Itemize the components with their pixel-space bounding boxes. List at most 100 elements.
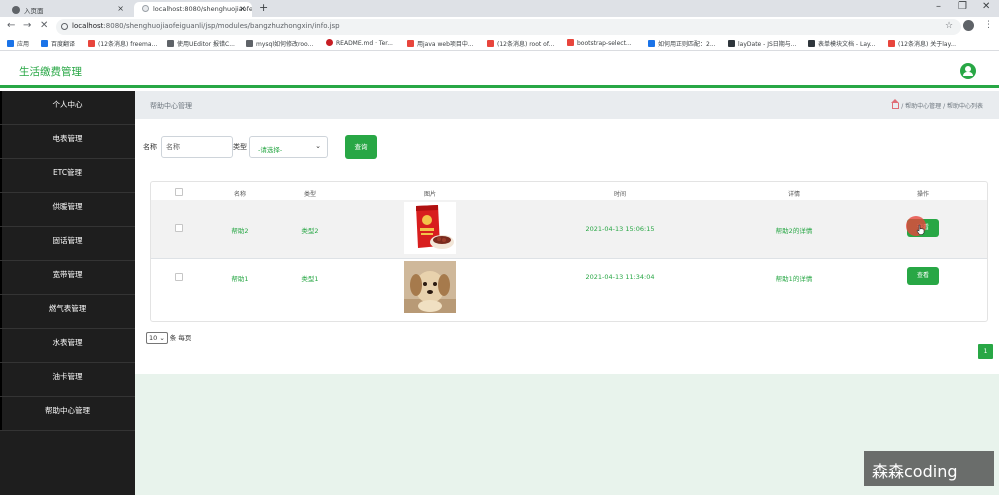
url-path: :8080/shenghuojiaofeiguanli/jsp/modules/… <box>103 22 340 30</box>
bookmark-item[interactable]: 表单模块文档 - Lay... <box>808 39 875 48</box>
sidebar-item-broadband[interactable]: 宽带管理 <box>0 261 135 295</box>
column-header-image: 图片 <box>423 191 437 198</box>
sidebar-item-help-center[interactable]: 帮助中心管理 <box>0 397 135 431</box>
row-detail: 帮助2的详情 <box>775 227 813 235</box>
sidebar-item-gas-meter[interactable]: 燃气表管理 <box>0 295 135 329</box>
url-host: localhost <box>72 22 104 30</box>
bookmark-icon <box>567 39 574 46</box>
name-label: 名称 <box>143 143 157 151</box>
sidebar-item-electricity-meter[interactable]: 电表管理 <box>0 125 135 159</box>
column-header-action: 操作 <box>916 191 930 198</box>
paw-icon <box>648 40 655 47</box>
sidebar: 个人中心 电表管理 ETC管理 供暖管理 固话管理 宽带管理 燃气表管理 水表管… <box>0 91 135 495</box>
csdn-icon <box>407 40 414 47</box>
close-icon[interactable]: × <box>117 4 124 13</box>
bookmark-item[interactable]: bootstrap-select... <box>567 39 632 47</box>
forward-icon[interactable]: → <box>23 20 31 31</box>
watermark: 森森coding <box>864 451 994 486</box>
bookmark-item[interactable]: 使用UEditor 报错C... <box>167 39 235 48</box>
sidebar-item-etc[interactable]: ETC管理 <box>0 159 135 193</box>
page-title: 帮助中心管理 <box>150 102 192 110</box>
table-header: 名称 类型 图片 时间 详情 操作 <box>151 182 987 200</box>
hand-cursor-icon <box>916 224 925 235</box>
column-header-type: 类型 <box>303 191 317 198</box>
row-name: 帮助2 <box>231 227 249 235</box>
query-button[interactable]: 查询 <box>345 135 377 159</box>
browser-tab-bar: 入页面 × localhost:8080/shenghuojiaofe × + … <box>0 0 999 17</box>
main-content: 帮助中心管理 / 帮助中心管理 / 帮助中心列表 名称 类型 -请选择- ⌄ 查… <box>135 91 999 495</box>
row-type: 类型1 <box>301 275 319 283</box>
bookmark-item[interactable]: layDate - JS日期与... <box>728 39 797 48</box>
address-bar: ← → ✕ localhost:8080/shenghuojiaofeiguan… <box>0 17 999 37</box>
breadcrumb-bar: 帮助中心管理 / 帮助中心管理 / 帮助中心列表 <box>135 91 999 119</box>
row-checkbox[interactable] <box>175 273 183 281</box>
sidebar-item-fuel-card[interactable]: 油卡管理 <box>0 363 135 397</box>
chevron-down-icon: ⌄ <box>315 142 321 150</box>
window-close-icon[interactable]: ✕ <box>982 1 990 12</box>
breadcrumb: / 帮助中心管理 / 帮助中心列表 <box>891 99 983 110</box>
bookmark-item[interactable]: mysql如何修改roo... <box>246 39 313 48</box>
column-header-detail: 详情 <box>787 191 801 198</box>
table-row: 帮助2 类型2 2021-04-13 15:06:15 帮助2的详情 查看 <box>151 200 987 258</box>
menu-icon[interactable]: ⋮ <box>984 20 993 30</box>
link-icon <box>167 40 174 47</box>
sidebar-item-landline[interactable]: 固话管理 <box>0 227 135 261</box>
back-icon[interactable]: ← <box>7 20 15 31</box>
csdn-icon <box>88 40 95 47</box>
maximize-icon[interactable]: ❐ <box>958 1 967 12</box>
bookmark-item[interactable]: 用java web项目中... <box>407 39 474 48</box>
column-header-name: 名称 <box>233 191 247 198</box>
view-button[interactable]: 查看 <box>907 267 939 285</box>
puppy-photo-image <box>404 261 456 313</box>
name-search-input[interactable] <box>161 136 233 158</box>
layui-icon <box>728 40 735 47</box>
sidebar-item-heating[interactable]: 供暖管理 <box>0 193 135 227</box>
csdn-icon <box>888 40 895 47</box>
bookmark-item[interactable]: 如何用正则匹配：2... <box>648 39 716 48</box>
row-detail: 帮助1的详情 <box>775 275 813 283</box>
breadcrumb-path: / 帮助中心管理 / 帮助中心列表 <box>901 103 983 110</box>
row-type: 类型2 <box>301 227 319 235</box>
browser-tab-2[interactable]: localhost:8080/shenghuojiaofe × <box>134 2 252 17</box>
home-icon[interactable] <box>891 99 900 109</box>
stop-icon[interactable]: ✕ <box>40 20 48 31</box>
row-time: 2021-04-13 11:34:04 <box>585 273 655 281</box>
row-checkbox[interactable] <box>175 224 183 232</box>
gitee-icon <box>326 39 333 46</box>
star-icon[interactable]: ☆ <box>945 21 953 31</box>
type-label: 类型 <box>233 143 247 151</box>
sidebar-item-water-meter[interactable]: 水表管理 <box>0 329 135 363</box>
bookmark-item[interactable]: (12条消息) root of... <box>487 39 554 48</box>
minimize-icon[interactable]: – <box>936 1 941 12</box>
globe-icon <box>12 6 20 14</box>
bookmark-item[interactable]: README.md · Ter... <box>326 39 393 47</box>
select-all-checkbox[interactable] <box>175 188 183 196</box>
layui-icon <box>808 40 815 47</box>
tab-label: localhost:8080/shenghuojiaofe <box>153 5 252 13</box>
bookmark-item[interactable]: (12条消息) freema... <box>88 39 157 48</box>
info-icon <box>61 23 68 30</box>
new-tab-icon[interactable]: + <box>259 1 268 14</box>
sidebar-item-personal-center[interactable]: 个人中心 <box>0 91 135 125</box>
apps-icon <box>7 40 14 47</box>
user-icon[interactable] <box>960 63 976 79</box>
page-size-control: 10 ⌄ 条 每页 <box>146 332 191 344</box>
table-row: 帮助1 类型1 2021-04-13 11:34:04 帮助1的详情 查看 <box>151 258 987 316</box>
page-size-suffix: 条 每页 <box>169 334 192 342</box>
page-size-select[interactable]: 10 ⌄ <box>146 332 168 344</box>
translate-icon <box>41 40 48 47</box>
account-icon[interactable] <box>963 20 974 31</box>
row-time: 2021-04-13 15:06:15 <box>585 225 655 233</box>
type-select[interactable]: -请选择- ⌄ <box>249 136 328 158</box>
bookmark-item[interactable]: 应用 <box>7 39 29 48</box>
csdn-icon <box>487 40 494 47</box>
bookmark-item[interactable]: 百度翻译 <box>41 39 75 48</box>
browser-tab-1[interactable]: 入页面 × <box>4 2 130 17</box>
tab-label: 入页面 <box>24 7 44 15</box>
bookmark-item[interactable]: (12条消息) 关于lay... <box>888 39 956 48</box>
close-icon[interactable]: × <box>239 4 246 13</box>
row-name: 帮助1 <box>231 275 249 283</box>
bookmarks-bar: 应用 百度翻译 (12条消息) freema... 使用UEditor 报错C.… <box>0 37 999 51</box>
pagination-page[interactable]: 1 <box>978 344 993 359</box>
url-field[interactable]: localhost:8080/shenghuojiaofeiguanli/jsp… <box>56 19 961 35</box>
